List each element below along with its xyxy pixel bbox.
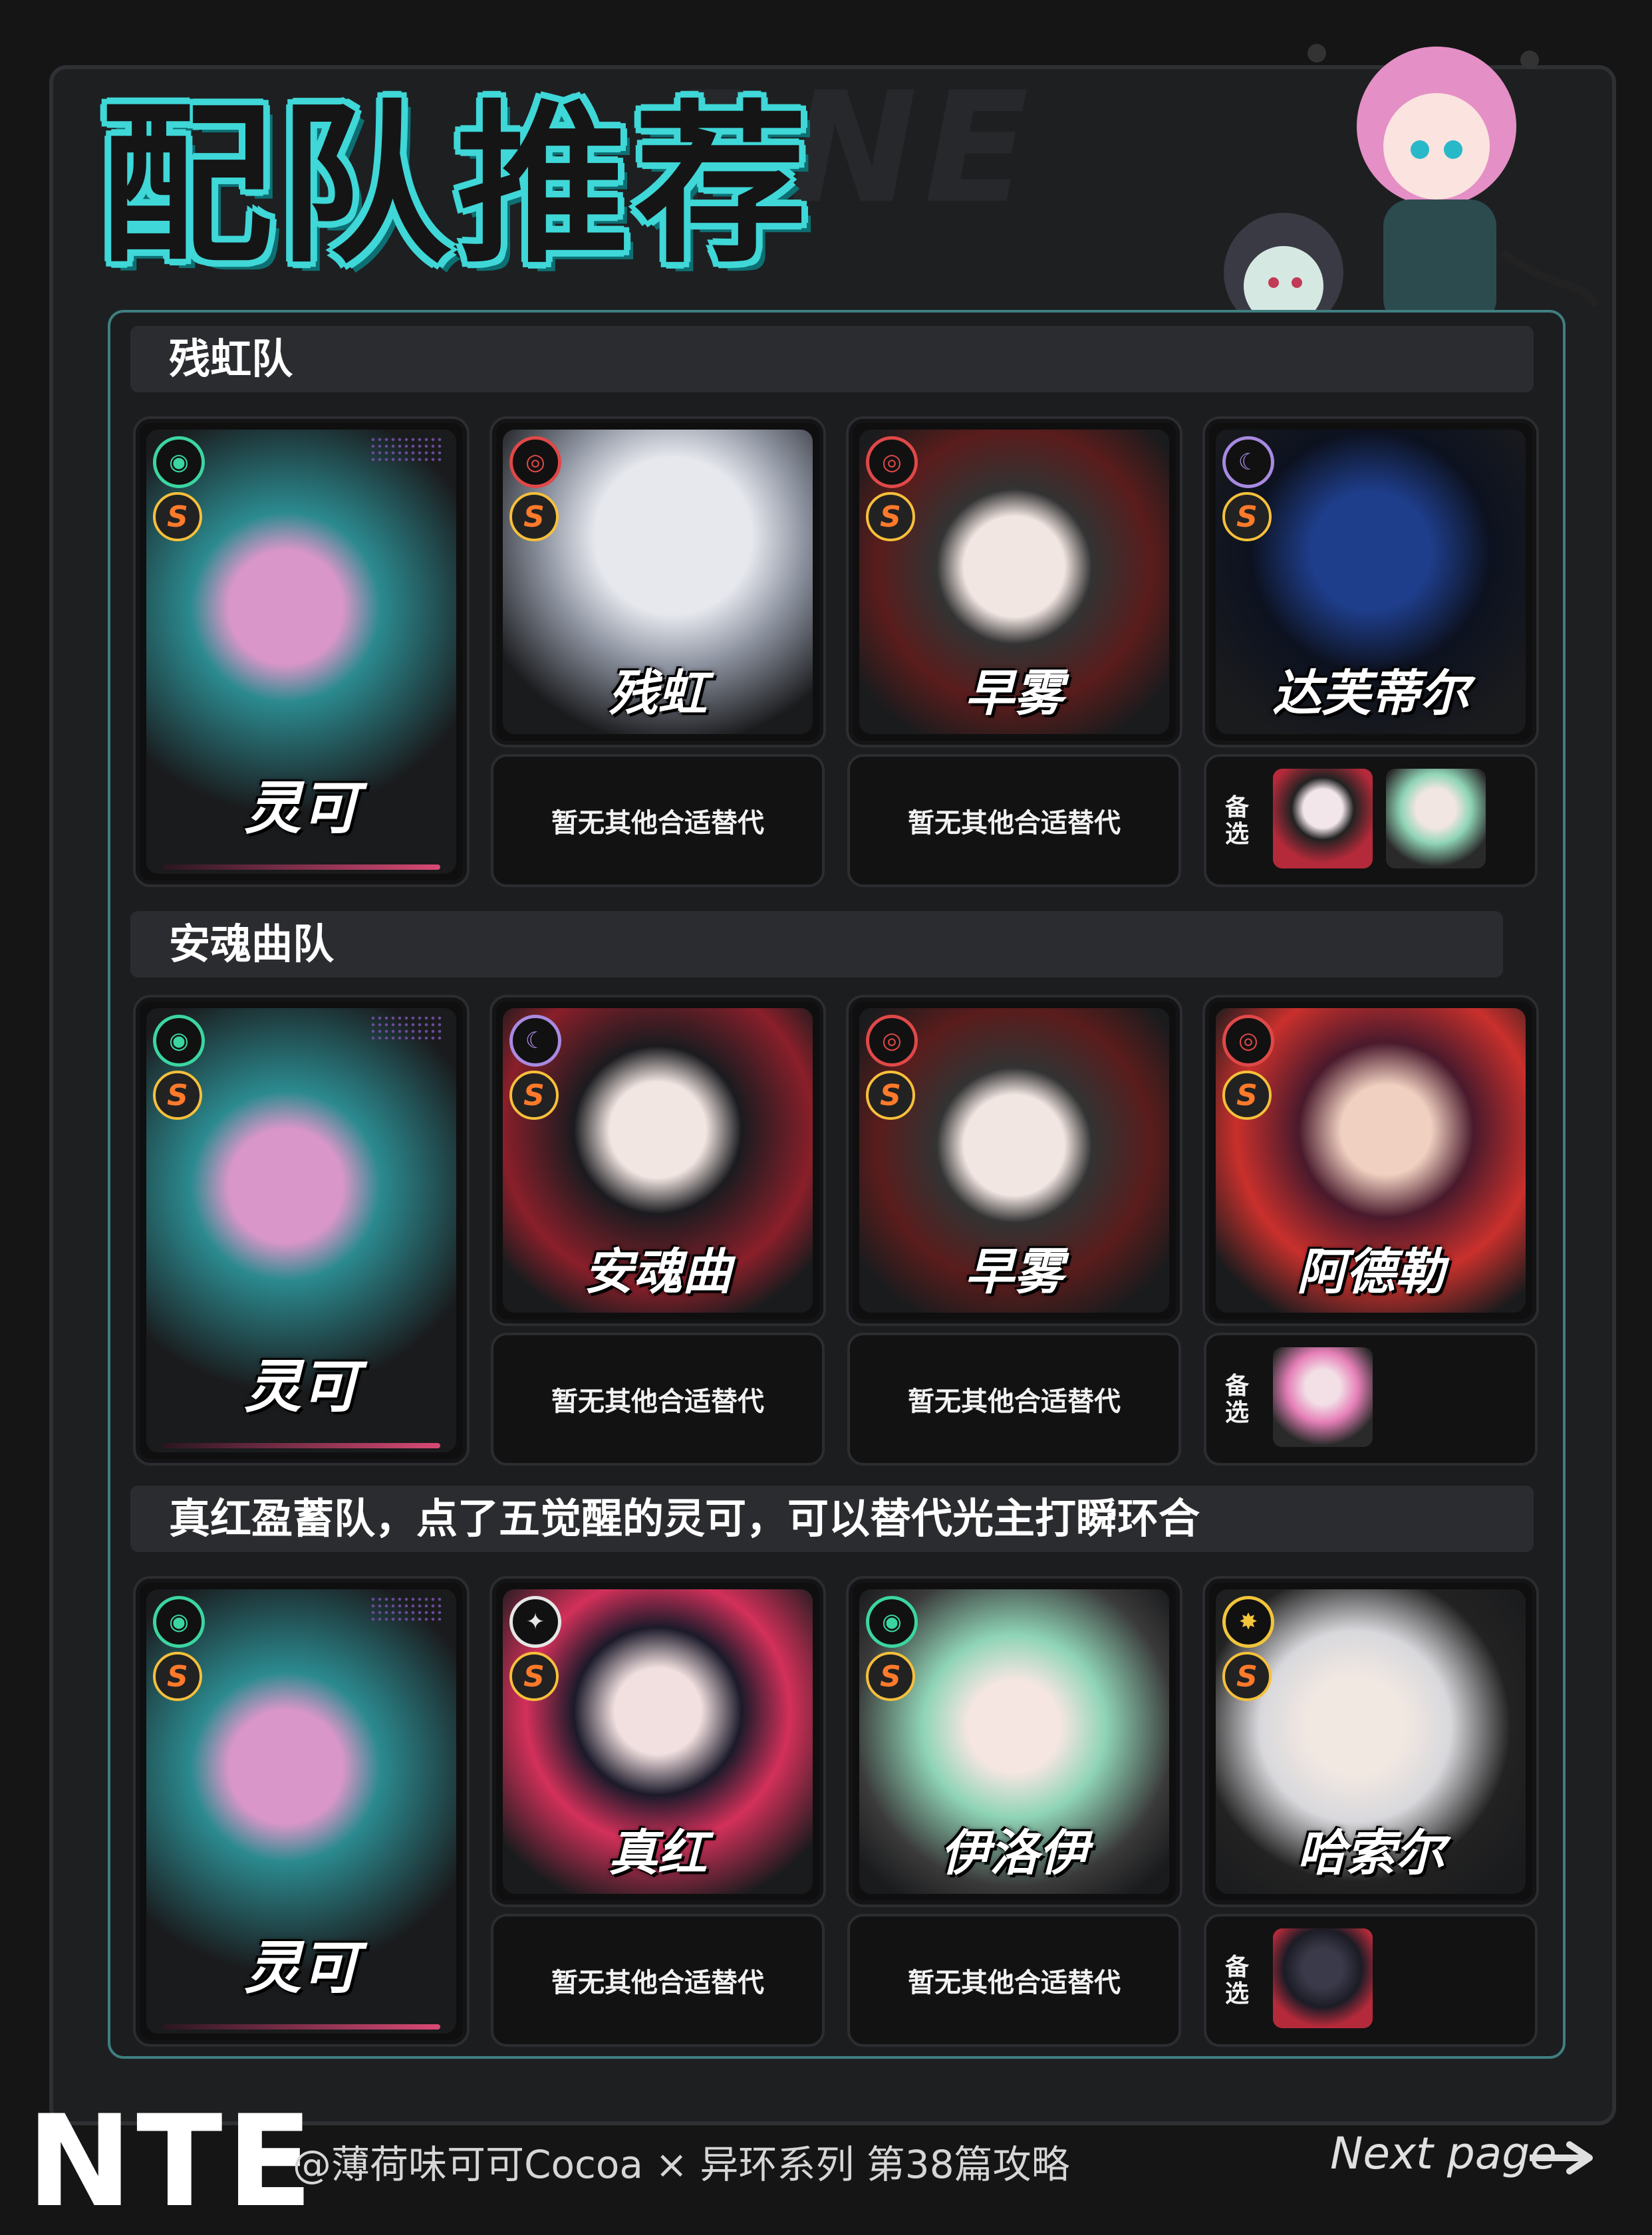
alternative-label: 备选 (1224, 793, 1249, 848)
rank-badge: S (153, 1071, 202, 1120)
member-card[interactable]: ◎ S 早雾 (846, 416, 1182, 747)
alternative-portrait (1273, 1347, 1373, 1447)
sun-icon: ✸ (1222, 1596, 1274, 1648)
alternative-note: 暂无其他合适替代 (491, 1333, 825, 1466)
character-name: 残虹 (609, 665, 707, 722)
target-icon: ◎ (866, 436, 918, 488)
target-icon: ◎ (1222, 1015, 1274, 1067)
rank-badge: S (153, 1652, 202, 1701)
rank-badge: S (509, 492, 559, 541)
decor-dots (370, 436, 443, 463)
alternative-note: 暂无其他合适替代 (847, 754, 1181, 887)
member-card[interactable]: ◉ S 伊洛伊 (846, 1576, 1182, 1907)
member-card[interactable]: ✸ S 哈索尔 (1202, 1576, 1539, 1907)
nte-logo: NTE (27, 2088, 317, 2235)
star-icon: ✦ (509, 1596, 561, 1648)
member-card[interactable]: ☾ S 安魂曲 (489, 995, 826, 1326)
alternative-label: 备选 (1224, 1953, 1249, 2008)
target-icon: ◎ (866, 1015, 918, 1067)
member-card[interactable]: ✦ S 真红 (489, 1576, 826, 1907)
rank-badge: S (866, 1071, 915, 1120)
section-header: 真红盈蓄队，点了五觉醒的灵可，可以替代光主打瞬环合 (130, 1486, 1534, 1552)
member-card[interactable]: ◎ S 早雾 (846, 995, 1182, 1326)
character-name: 灵可 (244, 775, 358, 842)
moon-icon: ☾ (1222, 436, 1274, 488)
rank-badge: S (1222, 492, 1272, 541)
section-header: 残虹队 (130, 326, 1534, 392)
character-name: 早雾 (965, 665, 1063, 722)
character-name: 安魂曲 (584, 1244, 732, 1301)
character-name: 哈索尔 (1297, 1825, 1445, 1882)
anomaly-icon: ◉ (153, 1015, 205, 1067)
target-icon: ◎ (509, 436, 561, 488)
arrow-right-icon[interactable] (1530, 2141, 1603, 2174)
alternative-note: 暂无其他合适替代 (491, 754, 825, 887)
rank-badge: S (509, 1652, 559, 1701)
rank-badge: S (509, 1071, 559, 1120)
alternative-box[interactable]: 备选 (1204, 1333, 1538, 1466)
character-name: 灵可 (244, 1354, 358, 1420)
alternative-note: 暂无其他合适替代 (847, 1914, 1181, 2047)
moon-icon: ☾ (509, 1015, 561, 1067)
decor-dots (370, 1596, 443, 1623)
accent-bar (162, 1443, 440, 1448)
rank-badge: S (153, 492, 202, 541)
character-name: 阿德勒 (1297, 1244, 1445, 1301)
alternative-label: 备选 (1224, 1372, 1249, 1426)
member-card[interactable]: ☾ S 达芙蒂尔 (1202, 416, 1539, 747)
member-card[interactable]: ◎ S 阿德勒 (1202, 995, 1539, 1326)
next-page-link[interactable]: Next page (1330, 2128, 1557, 2179)
author-credit: @薄荷味可可Cocoa × 异环系列 第38篇攻略 (293, 2142, 1070, 2187)
alternative-box[interactable]: 备选 (1204, 1914, 1538, 2047)
accent-bar (162, 864, 440, 870)
character-name: 灵可 (244, 1935, 358, 2002)
alternative-portrait (1273, 769, 1373, 868)
lead-character-card[interactable]: ◉ S 灵可 (133, 1576, 470, 2047)
rank-badge: S (866, 492, 915, 541)
character-name: 真红 (609, 1825, 707, 1882)
anomaly-icon: ◉ (153, 1596, 205, 1648)
page-title: 配队推荐 (100, 86, 813, 287)
rank-badge: S (1222, 1071, 1272, 1120)
alternative-portrait (1273, 1928, 1373, 2028)
alternative-note: 暂无其他合适替代 (847, 1333, 1181, 1466)
rank-badge: S (1222, 1652, 1272, 1701)
character-name: 伊洛伊 (940, 1825, 1088, 1882)
lead-character-card[interactable]: ◉ S 灵可 (133, 416, 470, 887)
anomaly-icon: ◉ (866, 1596, 918, 1648)
member-card[interactable]: ◎ S 残虹 (489, 416, 826, 747)
alternative-box[interactable]: 备选 (1204, 754, 1538, 887)
decor-dots (370, 1015, 443, 1041)
accent-bar (162, 2024, 440, 2030)
rank-badge: S (866, 1652, 915, 1701)
alternative-note: 暂无其他合适替代 (491, 1914, 825, 2047)
character-name: 早雾 (965, 1244, 1063, 1301)
lead-character-card[interactable]: ◉ S 灵可 (133, 995, 470, 1466)
character-name: 达芙蒂尔 (1272, 665, 1469, 722)
section-header: 安魂曲队 (130, 911, 1503, 978)
alternative-portrait (1386, 769, 1486, 868)
anomaly-icon: ◉ (153, 436, 205, 488)
